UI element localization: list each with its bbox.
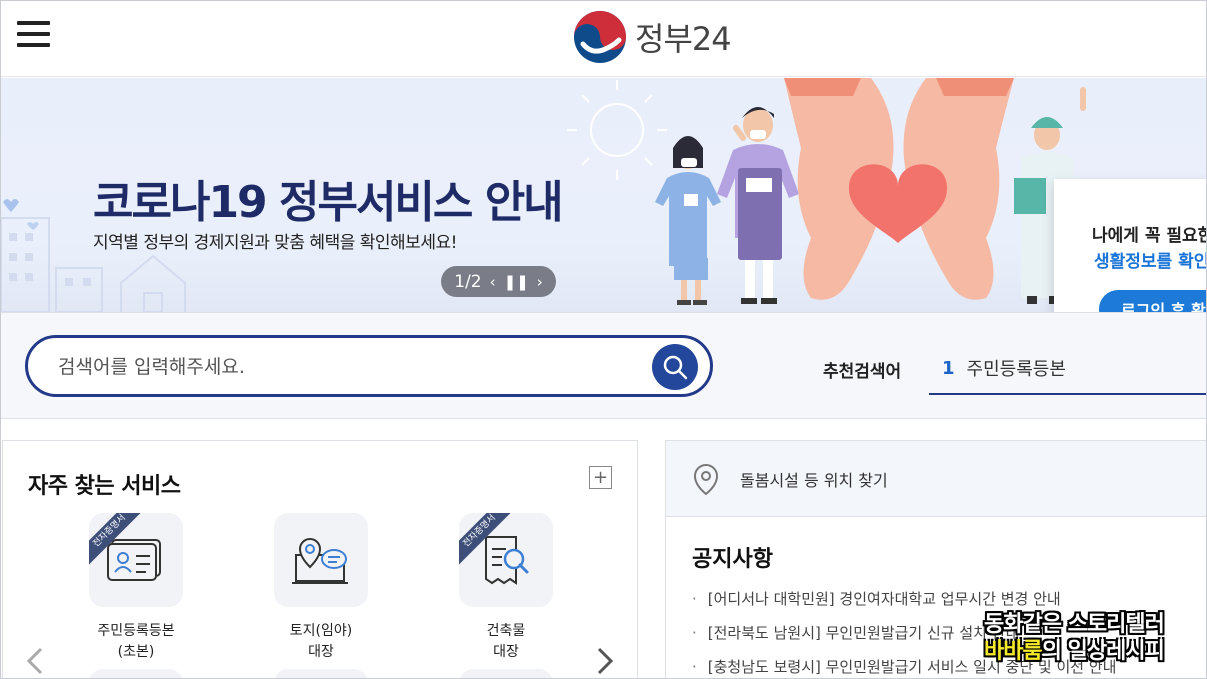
search-button[interactable] — [652, 344, 698, 390]
service-icon-box — [274, 513, 368, 607]
chevron-left-icon[interactable] — [25, 646, 45, 678]
service-label: 토지(임야) 대장 — [246, 621, 396, 663]
service-label-line2: 대장 — [493, 644, 519, 660]
login-card: 나에게 꼭 필요한 생활정보를 확인 로그인 후 확 — [1054, 179, 1207, 312]
plus-icon[interactable]: + — [589, 466, 612, 489]
search-box — [25, 335, 713, 397]
notice-title: 공지사항 — [692, 547, 773, 572]
service-resident-registration[interactable]: 전자증명서 주민등록등본 (초본) — [61, 513, 211, 663]
chevron-right-icon[interactable] — [595, 646, 615, 678]
search-input[interactable] — [58, 352, 618, 382]
service-icon-box: 전자증명서 — [459, 513, 553, 607]
location-finder-label: 돌봄시설 등 위치 찾기 — [740, 470, 888, 490]
service-label: 건축물 대장 — [431, 621, 581, 663]
recommend-label: 추천검색어 — [823, 362, 902, 382]
watermark-line2: 바바룸의 일상레시피 — [984, 638, 1194, 665]
taeguk-icon — [574, 11, 626, 63]
location-finder[interactable]: 돌봄시설 등 위치 찾기 — [666, 441, 1206, 517]
service-next-row-placeholder — [89, 669, 183, 678]
service-label-line1: 토지(임야) — [289, 623, 353, 639]
service-label-line1: 건축물 — [486, 623, 526, 639]
recommend-keyword[interactable]: 1 주민등록등본 — [929, 343, 1206, 395]
frequent-services-title: 자주 찾는 서비스 — [28, 474, 181, 499]
banner-title: 코로나19 정부서비스 안내 — [93, 177, 564, 228]
service-next-row-placeholder — [459, 669, 553, 678]
service-land-register[interactable]: 토지(임야) 대장 — [246, 513, 396, 663]
watermark: 동화같은 스토리텔러 바바룸의 일상레시피 — [984, 611, 1194, 669]
login-card-line1: 나에게 꼭 필요한 — [1092, 226, 1207, 246]
service-next-row-placeholder — [274, 669, 368, 678]
frequent-services-panel: 자주 찾는 서비스 + 전자증명서 주민등록등본 (초본) 토지(임야) 대장 … — [2, 440, 638, 678]
promo-banner[interactable]: 코로나19 정부서비스 안내 지역별 정부의 경제지원과 맞춤 혜택을 확인해보… — [1, 78, 1207, 312]
service-label-line2: (초본) — [117, 644, 155, 660]
logo-text: 정부24 — [635, 20, 732, 58]
watermark-line1: 동화같은 스토리텔러 — [984, 612, 1165, 637]
service-label: 주민등록등본 (초본) — [61, 621, 211, 663]
search-icon — [663, 355, 688, 380]
pager-count: 1/2 — [454, 271, 482, 292]
service-label-line1: 주민등록등본 — [97, 623, 175, 639]
service-label-line2: 대장 — [308, 644, 334, 660]
map-pin-laptop-icon — [292, 537, 348, 584]
service-building-register[interactable]: 전자증명서 건축물 대장 — [431, 513, 581, 663]
banner-subtitle: 지역별 정부의 경제지원과 맞춤 혜택을 확인해보세요! — [93, 233, 457, 253]
pause-icon[interactable]: ❚❚ — [504, 273, 529, 291]
search-section: 추천검색어 1 주민등록등본 — [1, 312, 1206, 419]
login-card-line2: 생활정보를 확인 — [1094, 252, 1207, 272]
watermark-tail: 의 일상레시피 — [1041, 639, 1165, 664]
site-header: 정부24 — [1, 1, 1206, 77]
id-card-icon — [107, 539, 161, 581]
chevron-left-icon[interactable]: ‹ — [490, 273, 496, 291]
recommend-rank: 1 — [942, 357, 955, 379]
browser-frame: 정부24 코로나19 정부서비스 안내 지역별 정부의 경제지원과 맞춤 혜택을… — [0, 0, 1207, 679]
login-button[interactable]: 로그인 후 확 — [1099, 290, 1206, 312]
menu-icon[interactable] — [17, 19, 50, 49]
watermark-brand: 바바룸 — [984, 639, 1043, 664]
service-icon-box: 전자증명서 — [89, 513, 183, 607]
recommend-term: 주민등록등본 — [966, 359, 1066, 380]
document-search-icon — [485, 536, 529, 585]
gov24-logo[interactable]: 정부24 — [573, 9, 732, 65]
chevron-right-icon[interactable]: › — [537, 273, 543, 291]
banner-pager: 1/2 ‹ ❚❚ › — [441, 266, 556, 297]
map-pin-icon — [693, 463, 719, 495]
notice-item[interactable]: [어디서나 대학민원] 경인여자대학교 업무시간 변경 안내 — [692, 591, 1116, 607]
